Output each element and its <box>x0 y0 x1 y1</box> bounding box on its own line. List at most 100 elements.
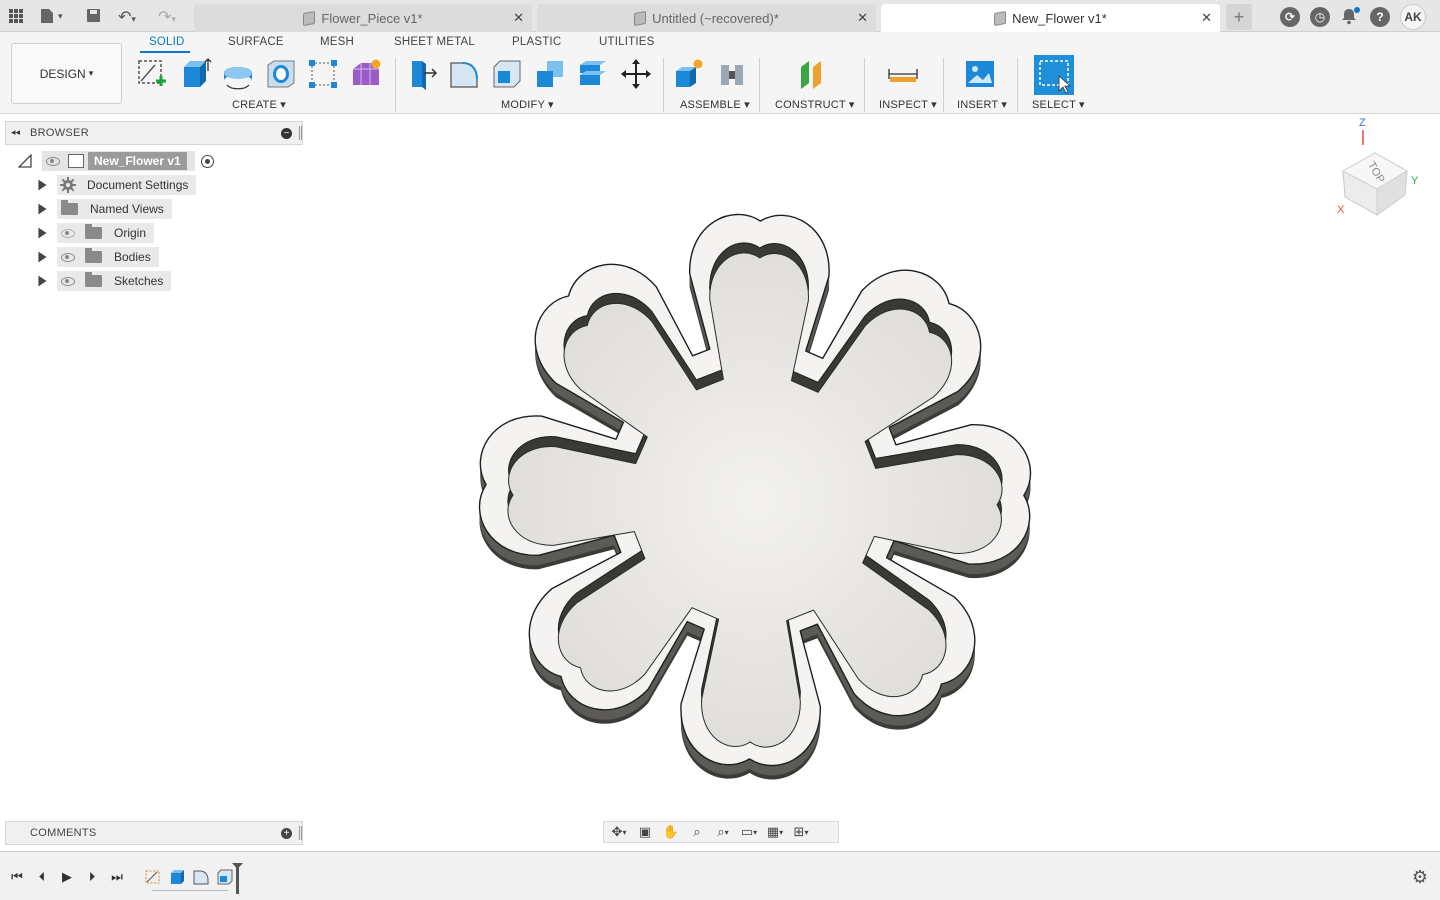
browser-item-sketches[interactable]: Sketches <box>38 271 172 291</box>
panel-resize-handle[interactable] <box>299 826 302 840</box>
expand-triangle-icon[interactable] <box>38 251 47 263</box>
tree-item-label: Origin <box>114 226 147 240</box>
timeline-sketch-icon[interactable] <box>144 868 162 886</box>
expanded-triangle-icon[interactable] <box>18 154 32 168</box>
pattern-icon[interactable] <box>305 56 341 92</box>
tab-surface[interactable]: SURFACE <box>228 36 284 48</box>
browser-item-origin[interactable]: Origin <box>38 223 155 243</box>
hidden-eye-icon[interactable] <box>61 228 75 238</box>
visibility-eye-icon[interactable] <box>61 252 75 262</box>
workspace-switcher-button[interactable]: DESIGN ▾ <box>11 43 122 104</box>
go-to-start-icon[interactable]: ⏮ <box>9 869 25 885</box>
select-tool-icon[interactable] <box>1034 55 1074 95</box>
tab-new-flower[interactable]: New_Flower v1* ✕ <box>881 4 1220 32</box>
play-icon[interactable]: ▶ <box>59 869 75 885</box>
combine-icon[interactable] <box>532 56 568 92</box>
viewports-icon[interactable]: ⊞ ▾ <box>790 823 812 841</box>
select-menu[interactable]: SELECT ▾ <box>1032 98 1085 111</box>
timeline-fillet-icon[interactable] <box>192 868 210 886</box>
file-menu-icon[interactable]: ▾ <box>40 8 63 24</box>
timeline-shell-icon[interactable] <box>216 868 234 886</box>
expand-triangle-icon[interactable] <box>38 275 47 287</box>
offset-face-icon[interactable] <box>575 56 611 92</box>
press-pull-icon[interactable] <box>403 56 439 92</box>
flower-body[interactable] <box>478 213 1032 780</box>
app-grid-icon[interactable] <box>0 0 32 32</box>
move-copy-icon[interactable] <box>618 56 654 92</box>
create-menu[interactable]: CREATE ▾ <box>232 98 286 111</box>
extrude-icon[interactable] <box>177 56 213 92</box>
panel-resize-handle[interactable] <box>299 126 302 140</box>
step-back-icon[interactable]: ⏴ <box>34 869 50 885</box>
insert-menu[interactable]: INSERT ▾ <box>957 98 1007 111</box>
visibility-eye-icon[interactable] <box>61 276 75 286</box>
browser-item-bodies[interactable]: Bodies <box>38 247 159 267</box>
pan-hand-icon[interactable]: ✋ <box>660 823 682 841</box>
grid-settings-icon[interactable]: ▦ ▾ <box>764 823 786 841</box>
browser-panel-header[interactable]: ◂◂ BROWSER − <box>5 121 303 145</box>
close-icon[interactable]: ✕ <box>513 10 524 26</box>
joint-icon[interactable] <box>714 56 750 92</box>
assemble-menu[interactable]: ASSEMBLE ▾ <box>680 98 750 111</box>
tab-plastic[interactable]: PLASTIC <box>512 36 561 48</box>
timeline-bar: ⏮ ⏴ ▶ ⏵ ⏭ ⚙ <box>0 851 1440 900</box>
timeline-settings-gear-icon[interactable]: ⚙ <box>1412 867 1428 888</box>
visibility-eye-icon[interactable] <box>46 156 60 166</box>
step-forward-icon[interactable]: ⏵ <box>84 869 100 885</box>
expand-triangle-icon[interactable] <box>38 203 47 215</box>
browser-item-named-views[interactable]: Named Views <box>38 199 172 219</box>
viewcube[interactable]: TOP Z Y X <box>1337 117 1419 216</box>
shell-icon[interactable] <box>489 56 525 92</box>
display-settings-icon[interactable]: ▭ ▾ <box>738 823 760 841</box>
zoom-icon[interactable]: ⌕ <box>686 823 708 841</box>
fit-zoom-icon[interactable]: ⌕ ▾ <box>712 823 734 841</box>
close-icon[interactable]: ✕ <box>857 10 868 26</box>
tab-untitled-recovered[interactable]: Untitled (~recovered)* ✕ <box>537 4 876 32</box>
folder-icon <box>61 200 78 215</box>
timeline-extrude-icon[interactable] <box>168 868 186 886</box>
browser-item-document-settings[interactable]: Document Settings <box>38 175 197 195</box>
document-icon <box>994 10 1007 26</box>
hole-icon[interactable] <box>263 56 299 92</box>
modify-menu[interactable]: MODIFY ▾ <box>501 98 554 111</box>
tree-item: Sketches <box>57 271 172 291</box>
browser-root-node[interactable]: New_Flower v1 <box>18 151 214 171</box>
browser-options-icon[interactable]: − <box>281 128 292 139</box>
orbit-icon[interactable]: ✥ ▾ <box>608 823 630 841</box>
design-canvas[interactable]: TOP Z Y X <box>0 115 1440 850</box>
offset-plane-icon[interactable] <box>794 56 830 92</box>
go-to-end-icon[interactable]: ⏭ <box>109 869 125 885</box>
notifications-bell-icon[interactable] <box>1340 7 1360 27</box>
save-icon[interactable] <box>86 8 101 28</box>
add-comment-icon[interactable]: + <box>281 828 292 839</box>
expand-triangle-icon[interactable] <box>38 227 47 239</box>
extensions-icon[interactable]: ⟳ <box>1280 7 1300 27</box>
tab-solid[interactable]: SOLID <box>149 36 185 48</box>
tab-flower-piece[interactable]: Flower_Piece v1* ✕ <box>194 4 532 32</box>
collapse-browser-icon[interactable]: ◂◂ <box>11 127 20 138</box>
redo-icon[interactable]: ↷▾ <box>158 7 176 27</box>
construct-menu[interactable]: CONSTRUCT ▾ <box>775 98 855 111</box>
tab-utilities[interactable]: UTILITIES <box>599 36 654 48</box>
job-status-icon[interactable]: ◷ <box>1310 7 1330 27</box>
measure-icon[interactable] <box>885 56 921 92</box>
new-tab-button[interactable]: + <box>1226 4 1252 30</box>
comments-panel-header[interactable]: COMMENTS + <box>5 821 303 845</box>
activate-component-icon[interactable] <box>200 154 214 168</box>
revolve-icon[interactable] <box>220 56 256 92</box>
user-avatar[interactable]: AK <box>1400 4 1426 30</box>
expand-triangle-icon[interactable] <box>38 179 47 191</box>
help-icon[interactable]: ? <box>1370 7 1390 27</box>
inspect-menu[interactable]: INSPECT ▾ <box>879 98 937 111</box>
create-sketch-icon[interactable] <box>134 56 170 92</box>
close-icon[interactable]: ✕ <box>1201 10 1212 26</box>
undo-icon[interactable]: ↶▾ <box>118 7 136 27</box>
insert-image-icon[interactable] <box>962 56 998 92</box>
tab-mesh[interactable]: MESH <box>320 36 354 48</box>
new-component-icon[interactable] <box>671 56 707 92</box>
look-at-icon[interactable]: ▣ <box>634 823 656 841</box>
model-viewport[interactable]: TOP Z Y X <box>0 115 1440 850</box>
create-form-icon[interactable] <box>348 56 384 92</box>
tab-sheet-metal[interactable]: SHEET METAL <box>394 36 475 48</box>
fillet-icon[interactable] <box>446 56 482 92</box>
